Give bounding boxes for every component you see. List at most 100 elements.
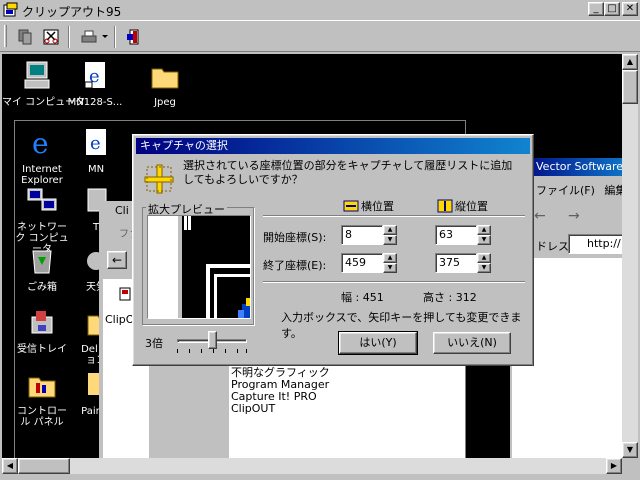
close-button[interactable]: ✕ <box>622 2 638 16</box>
magnified-preview <box>147 215 251 319</box>
start-x-input[interactable]: 8 <box>341 225 383 245</box>
internet-explorer-icon: e <box>32 127 49 160</box>
dialog-message: 選択されている座標位置の部分をキャプチャして履歴リストに追加してもよろしいですか… <box>183 159 513 186</box>
desktop-icon-label: MN128-S... <box>67 97 123 108</box>
browser-forward-button[interactable]: → <box>568 208 580 224</box>
spin-down-button[interactable]: ▼ <box>383 235 397 245</box>
list-item[interactable]: ClipOUT <box>231 403 330 415</box>
end-y-input[interactable]: 375 <box>435 253 477 273</box>
recycle-bin-icon <box>32 250 52 274</box>
browser-address-label: ドレス <box>536 240 569 253</box>
zoom-tick <box>246 349 247 353</box>
clipout-app-icon <box>3 2 18 17</box>
folder-icon <box>151 68 179 89</box>
document-icon <box>119 287 131 301</box>
vertical-position-header: 縦位置 <box>437 198 488 214</box>
zoom-slider-thumb[interactable] <box>208 331 217 349</box>
ie-shortcut-icon: e <box>86 129 106 155</box>
desktop-icon-mn[interactable]: e MN <box>61 127 131 175</box>
yes-button[interactable]: はい(Y) <box>338 331 418 355</box>
exit-door-icon <box>127 29 139 45</box>
end-x-spinner[interactable]: ▲ ▼ <box>383 253 397 273</box>
scrollbar-corner <box>622 458 638 474</box>
window-title: クリップアウト95 <box>22 5 122 19</box>
minimize-button[interactable]: _ <box>588 2 604 16</box>
spin-down-button[interactable]: ▼ <box>477 263 491 273</box>
vertical-scroll-thumb[interactable] <box>622 70 638 104</box>
explorer-back-button[interactable]: ← <box>107 251 127 269</box>
browser-address-field[interactable]: http:// <box>568 234 622 254</box>
preview-image <box>148 216 250 318</box>
scissors-icon <box>43 29 59 45</box>
zoom-level-label: 3倍 <box>145 337 163 350</box>
desktop-icon-jpeg[interactable]: Jpeg <box>130 60 200 108</box>
vertical-arrows-icon <box>437 199 453 213</box>
network-computer-icon <box>27 188 57 211</box>
horizontal-position-label: 横位置 <box>361 200 394 213</box>
desktop-icon-label: Jpeg <box>154 97 176 108</box>
explorer-item-label: ClipO <box>105 313 135 326</box>
spin-down-button[interactable]: ▼ <box>383 263 397 273</box>
capture-selection-dialog: キャプチャの選択 選択されている座標位置の部分をキャプチャして履歴リストに追加し… <box>132 134 534 366</box>
toolbar-grip[interactable] <box>4 25 7 47</box>
spin-up-button[interactable]: ▲ <box>383 225 397 235</box>
start-y-input[interactable]: 63 <box>435 225 477 245</box>
copy-icon <box>18 29 32 45</box>
scroll-left-button[interactable]: ◀ <box>2 458 18 474</box>
explorer-list-pane[interactable]: 不明なグラフィック Program Manager Capture It! PR… <box>229 353 465 458</box>
separator-line <box>263 281 525 283</box>
browser-menu-file[interactable]: ファイル(F) <box>536 184 595 197</box>
zoom-tick <box>237 349 238 353</box>
print-toolbar-button[interactable] <box>78 26 100 48</box>
spin-up-button[interactable]: ▲ <box>477 253 491 263</box>
spin-down-button[interactable]: ▼ <box>477 235 491 245</box>
scroll-right-button[interactable]: ▶ <box>606 458 622 474</box>
horizontal-arrows-icon <box>343 200 359 212</box>
svg-text:e: e <box>32 127 49 159</box>
crop-ruler-icon <box>144 164 174 194</box>
vertical-position-label: 縦位置 <box>455 200 488 213</box>
start-y-spinner[interactable]: ▲ ▼ <box>477 225 491 245</box>
browser-back-button[interactable]: ← <box>534 208 546 224</box>
separator-line <box>263 215 525 217</box>
end-coordinate-label: 終了座標(E): <box>263 259 327 272</box>
zoom-tick <box>201 349 202 353</box>
start-coordinate-label: 開始座標(S): <box>263 231 327 244</box>
scroll-down-button[interactable]: ▼ <box>622 442 638 458</box>
horizontal-position-header: 横位置 <box>343 198 394 214</box>
cut-toolbar-button[interactable] <box>40 26 62 48</box>
toolbar-separator <box>68 26 70 48</box>
chevron-down-icon <box>102 35 108 38</box>
zoom-tick <box>189 349 190 353</box>
zoom-tick <box>177 349 178 353</box>
copy-toolbar-button[interactable] <box>14 26 36 48</box>
computer-icon <box>24 61 50 89</box>
zoom-tick <box>225 349 226 353</box>
horizontal-scroll-thumb[interactable] <box>18 458 70 474</box>
control-panel-icon <box>28 377 56 398</box>
browser-menu-edit[interactable]: 編集 <box>604 184 622 197</box>
spin-up-button[interactable]: ▲ <box>477 225 491 235</box>
end-y-spinner[interactable]: ▲ ▼ <box>477 253 491 273</box>
exit-toolbar-button[interactable] <box>122 26 144 48</box>
toolbar <box>0 20 640 52</box>
horizontal-scrollbar[interactable]: ◀ ▶ <box>2 458 622 474</box>
dialog-title: キャプチャの選択 <box>136 138 530 154</box>
spin-up-button[interactable]: ▲ <box>383 253 397 263</box>
printer-icon <box>81 30 97 43</box>
capture-viewport[interactable]: マイ コンピュータ e MN128-S... Jpeg e Internet E… <box>2 54 622 458</box>
ie-shortcut-icon: e <box>84 62 105 89</box>
desktop-icon-mn128[interactable]: e MN128-S... <box>60 60 130 108</box>
scroll-up-button[interactable]: ▲ <box>622 54 638 70</box>
height-readout: 高さ : 312 <box>423 291 477 304</box>
print-dropdown-button[interactable] <box>100 26 110 48</box>
no-button[interactable]: いいえ(N) <box>433 332 511 354</box>
maximize-button[interactable]: □ <box>604 2 620 16</box>
end-x-input[interactable]: 459 <box>341 253 383 273</box>
toolbar-separator <box>114 26 116 48</box>
start-x-spinner[interactable]: ▲ ▼ <box>383 225 397 245</box>
desktop-icon-label: MN <box>87 164 105 175</box>
width-readout: 幅 : 451 <box>341 291 384 304</box>
vertical-scrollbar[interactable]: ▲ ▼ <box>622 54 638 458</box>
desktop-icon-label: Internet Explorer <box>21 164 63 186</box>
